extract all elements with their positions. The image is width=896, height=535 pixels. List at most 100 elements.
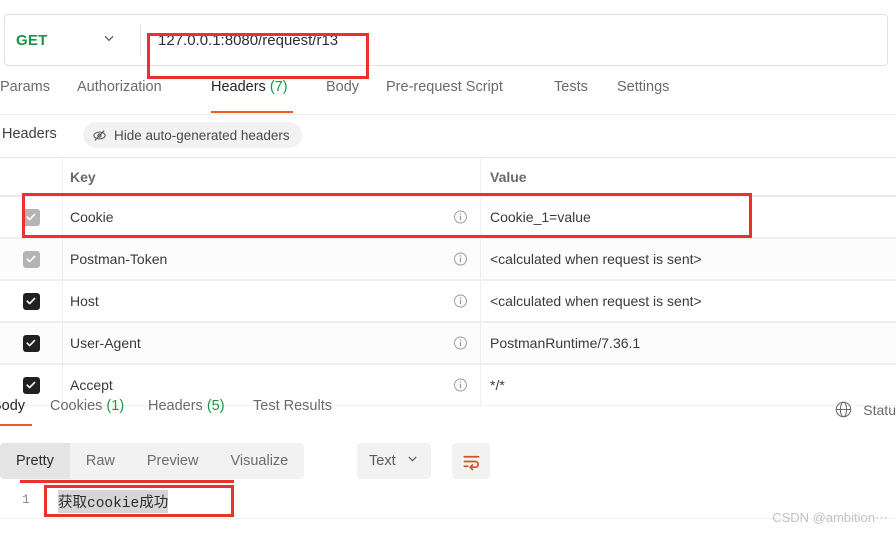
active-tab-underline	[211, 111, 293, 113]
seg-label: Visualize	[230, 453, 289, 469]
body-bottom-rule	[0, 518, 896, 519]
response-status-zone[interactable]: Statu	[834, 400, 896, 419]
response-tab-bar: Body Cookies (1) Headers (5) Test Result…	[0, 398, 896, 434]
header-key-text: Postman-Token	[70, 251, 168, 267]
response-status-label: Statu	[863, 401, 896, 418]
response-tab-cookies[interactable]: Cookies (1)	[50, 398, 124, 414]
tab-body[interactable]: Body	[326, 79, 359, 113]
url-bar-shell	[4, 14, 888, 66]
info-circle-icon[interactable]	[453, 378, 468, 393]
response-tab-headers[interactable]: Headers (5)	[148, 398, 225, 414]
table-row[interactable]: Cookie Cookie_1=value	[0, 196, 896, 238]
row-checkbox[interactable]	[22, 292, 40, 310]
view-mode-preview[interactable]: Preview	[131, 443, 215, 479]
row-checkbox[interactable]	[22, 250, 40, 268]
url-input[interactable]: 127.0.0.1:8080/request/r13	[158, 32, 338, 49]
method-url-divider	[140, 24, 141, 56]
header-value-text: <calculated when request is sent>	[490, 251, 702, 267]
globe-icon	[834, 400, 853, 419]
word-wrap-button[interactable]	[452, 443, 490, 479]
view-mode-pretty[interactable]: Pretty	[0, 443, 70, 479]
header-value-text: */*	[490, 377, 505, 393]
header-key-text: User-Agent	[70, 335, 141, 351]
row-value-cell[interactable]: <calculated when request is sent>	[480, 239, 896, 279]
row-value-cell[interactable]: PostmanRuntime/7.36.1	[480, 323, 896, 363]
eye-slash-icon	[92, 128, 107, 143]
header-key-text: Cookie	[70, 209, 114, 225]
tab-label: Settings	[617, 79, 670, 95]
tab-pre-request-script[interactable]: Pre-request Script	[386, 79, 503, 113]
tab-count: (7)	[269, 79, 288, 95]
tab-label: Tests	[554, 79, 588, 95]
row-checkbox[interactable]	[22, 208, 40, 226]
tab-label: Test Results	[253, 398, 332, 414]
row-checkbox-cell[interactable]	[0, 197, 63, 237]
view-mode-raw[interactable]: Raw	[70, 443, 131, 479]
row-value-cell[interactable]: <calculated when request is sent>	[480, 281, 896, 321]
header-value-text: <calculated when request is sent>	[490, 293, 702, 309]
column-header-key: Key	[70, 168, 96, 185]
table-row[interactable]: Postman-Token <calculated when request i…	[0, 238, 896, 280]
tab-tests[interactable]: Tests	[554, 79, 588, 113]
tab-label: Body	[326, 79, 360, 95]
seg-label: Raw	[85, 453, 115, 469]
response-body-area: 1 获取cookie成功	[0, 487, 896, 535]
tab-headers[interactable]: Headers (7)	[211, 79, 293, 113]
row-checkbox-cell[interactable]	[0, 323, 63, 363]
headers-section-title: Headers	[2, 126, 57, 142]
info-circle-icon[interactable]	[453, 210, 468, 225]
table-header-row: Key Value	[0, 157, 896, 196]
hide-auto-generated-headers-button[interactable]: Hide auto-generated headers	[83, 122, 302, 148]
http-method-selector[interactable]: GET	[8, 15, 136, 65]
hide-auto-generated-headers-label: Hide auto-generated headers	[114, 127, 290, 143]
seg-label: Preview	[146, 453, 199, 469]
request-tab-bar: Params Authorization Headers (7) Body Pr…	[0, 79, 896, 115]
tab-label: Headers	[211, 79, 266, 95]
word-wrap-icon	[462, 452, 481, 471]
response-format-select[interactable]: Text	[357, 443, 431, 479]
chevron-down-icon	[406, 452, 419, 470]
row-value-cell[interactable]: Cookie_1=value	[480, 197, 896, 237]
tab-count: (1)	[106, 398, 125, 414]
tab-authorization[interactable]: Authorization	[77, 79, 162, 113]
column-header-value: Value	[490, 168, 527, 185]
row-checkbox-cell[interactable]	[0, 281, 63, 321]
response-body-text[interactable]: 获取cookie成功	[58, 490, 169, 513]
table-row[interactable]: Host <calculated when request is sent>	[0, 280, 896, 322]
response-view-toolbar: Pretty Raw Preview Visualize Text	[0, 443, 896, 483]
tab-label: Params	[0, 79, 50, 95]
info-circle-icon[interactable]	[453, 252, 468, 267]
row-key-cell[interactable]: Host	[62, 281, 481, 321]
tab-settings[interactable]: Settings	[617, 79, 669, 113]
tab-label: Authorization	[77, 79, 162, 95]
header-key-text: Accept	[70, 377, 113, 393]
header-value-text: PostmanRuntime/7.36.1	[490, 335, 641, 351]
row-checkbox[interactable]	[22, 334, 40, 352]
watermark: CSDN @ambition⋯	[772, 510, 888, 525]
seg-label: Pretty	[16, 453, 54, 469]
tab-params[interactable]: Params	[0, 79, 50, 113]
tab-label: Body	[0, 398, 26, 414]
annotation-underline-view-modes	[20, 480, 234, 483]
row-checkbox-cell[interactable]	[0, 239, 63, 279]
request-tabs-separator	[0, 114, 896, 115]
header-cell-value: Value	[480, 158, 896, 195]
table-row[interactable]: User-Agent PostmanRuntime/7.36.1	[0, 322, 896, 364]
response-tab-body[interactable]: Body	[0, 398, 32, 426]
row-key-cell[interactable]: Postman-Token	[62, 239, 481, 279]
info-circle-icon[interactable]	[453, 336, 468, 351]
header-cell-checkbox	[0, 158, 63, 195]
row-key-cell[interactable]: Cookie	[62, 197, 481, 237]
header-value-text: Cookie_1=value	[490, 209, 591, 225]
tab-label: Pre-request Script	[386, 79, 503, 95]
response-tab-test-results[interactable]: Test Results	[253, 398, 332, 414]
info-circle-icon[interactable]	[453, 294, 468, 309]
row-checkbox[interactable]	[22, 376, 40, 394]
row-key-cell[interactable]: User-Agent	[62, 323, 481, 363]
headers-toolbar: Headers Hide auto-generated headers	[0, 122, 896, 154]
view-mode-visualize[interactable]: Visualize	[214, 443, 304, 479]
response-view-segmented-control: Pretty Raw Preview Visualize	[0, 443, 305, 479]
tab-label: Headers	[148, 398, 203, 414]
headers-table: Key Value Cookie Cookie_1=value Postman-…	[0, 157, 896, 406]
http-method-label: GET	[16, 31, 48, 49]
